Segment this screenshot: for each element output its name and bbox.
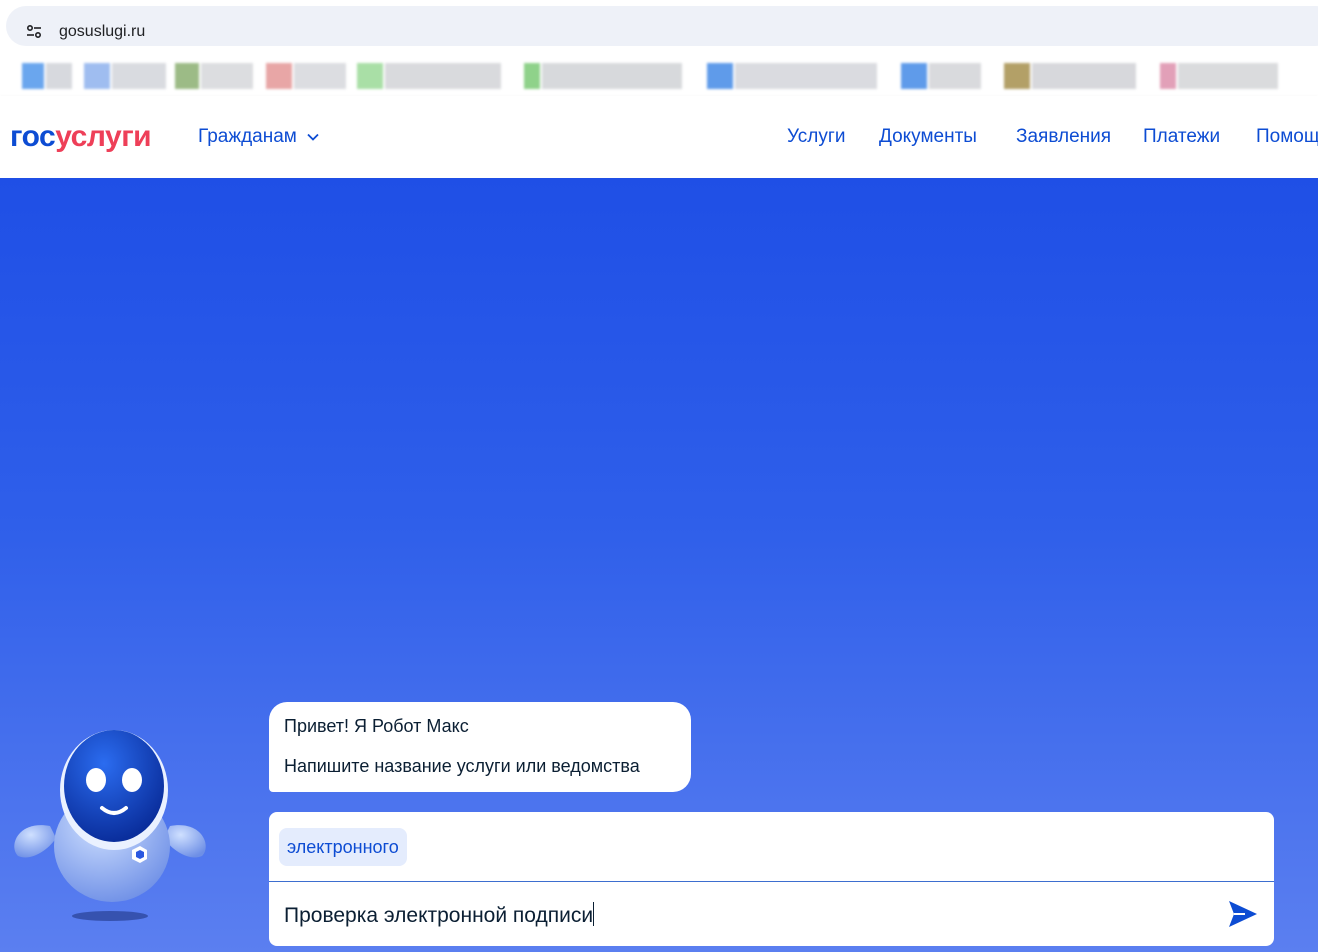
nav-help[interactable]: Помощ [1256, 126, 1318, 148]
bookmark-item[interactable] [1004, 63, 1136, 89]
bookmark-item[interactable] [707, 63, 877, 89]
nav-payments[interactable]: Платежи [1143, 126, 1220, 148]
chat-input-panel: электронного Проверка электронной подпис… [269, 812, 1274, 946]
nav-services[interactable]: Услуги [787, 126, 845, 148]
suggestion-chip[interactable]: электронного [279, 828, 407, 866]
logo-part-gos: гос [10, 120, 56, 153]
text-caret [593, 902, 595, 926]
bookmark-item[interactable] [266, 63, 346, 89]
bookmark-item[interactable] [524, 63, 682, 89]
divider [269, 881, 1274, 882]
bookmark-item[interactable] [22, 63, 72, 89]
bookmark-item[interactable] [175, 63, 253, 89]
bot-message-bubble: Привет! Я Робот Макс Напишите название у… [269, 702, 691, 792]
address-url[interactable]: gosuslugi.ru [59, 23, 145, 41]
bot-greeting: Привет! Я Робот Макс [284, 716, 469, 736]
site-settings-icon[interactable] [26, 24, 42, 40]
bot-prompt: Напишите название услуги или ведомства [284, 756, 640, 776]
gosuslugi-logo[interactable]: госуслуги [10, 120, 152, 154]
audience-selector-label: Гражданам [198, 126, 297, 147]
browser-toolbar: gosuslugi.ru [0, 0, 1318, 52]
chevron-down-icon [307, 133, 319, 141]
nav-documents[interactable]: Документы [879, 126, 977, 148]
bookmark-item[interactable] [901, 63, 981, 89]
search-input-value: Проверка электронной подписи [284, 904, 594, 927]
bookmark-item[interactable] [357, 63, 501, 89]
send-arrow-icon[interactable] [1227, 899, 1259, 929]
robot-max-mascot [14, 730, 206, 921]
nav-applications[interactable]: Заявления [1016, 126, 1111, 148]
audience-selector[interactable]: Гражданам [198, 126, 319, 148]
address-bar[interactable]: gosuslugi.ru [6, 6, 1318, 46]
bookmark-item[interactable] [84, 63, 166, 89]
search-input[interactable]: Проверка электронной подписи [284, 902, 1184, 928]
bookmark-item[interactable] [1160, 63, 1278, 89]
logo-part-uslugi: услуги [55, 120, 152, 153]
